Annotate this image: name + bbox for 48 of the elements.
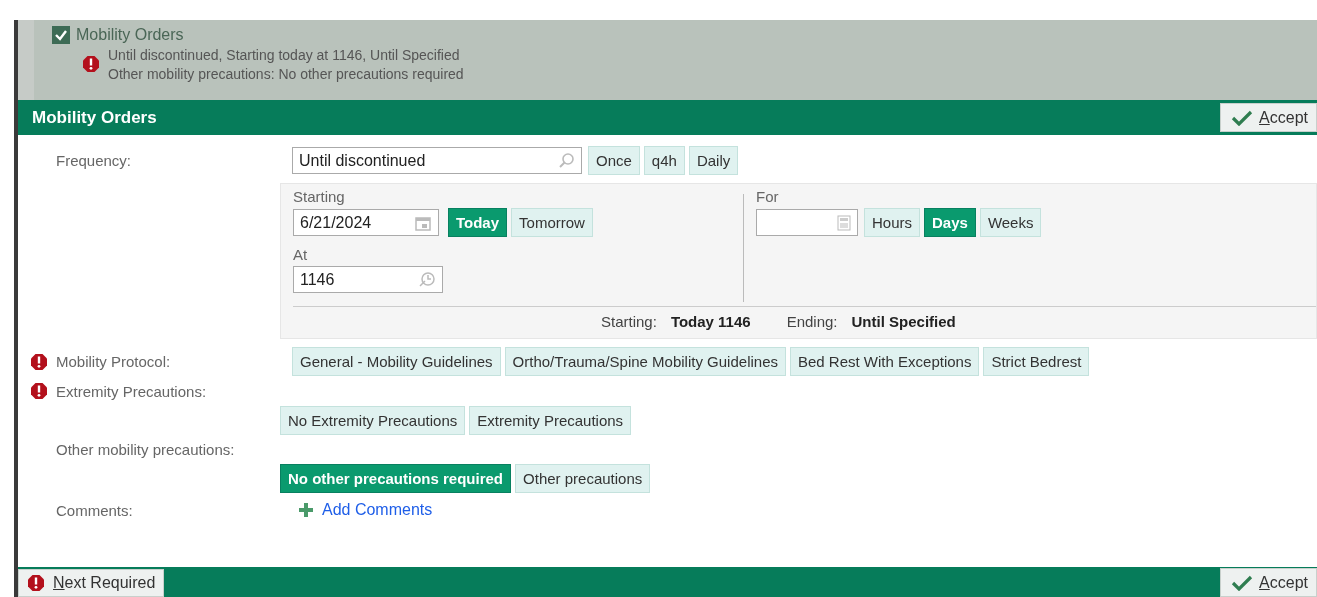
add-comments-link[interactable]: Add Comments [298, 501, 433, 519]
date-field[interactable]: 6/21/2024 [293, 209, 439, 236]
starting-label: Starting: [601, 313, 657, 330]
form-title: Mobility Orders [32, 107, 157, 128]
option-button[interactable]: Extremity Precautions [469, 406, 632, 435]
option-button[interactable]: Strict Bedrest [983, 347, 1090, 376]
alert-icon [27, 574, 45, 592]
ending-value: Until Specified [851, 313, 956, 330]
option-button[interactable]: Hours [864, 208, 920, 237]
option-button[interactable]: Weeks [979, 208, 1042, 237]
option-button[interactable]: Other precautions [515, 464, 651, 493]
option-button[interactable]: No Extremity Precautions [280, 406, 466, 435]
field-label: For [756, 188, 780, 205]
option-button[interactable]: Days [924, 208, 976, 237]
option-button[interactable]: General - Mobility Guidelines [292, 347, 501, 376]
option-button[interactable]: No other precautions required [280, 464, 512, 493]
field-label: Starting [293, 188, 346, 205]
checkbox[interactable] [52, 26, 70, 44]
field-label: Mobility Protocol: [56, 353, 171, 370]
checkmark-icon [1231, 574, 1254, 591]
option-button[interactable]: Today [448, 208, 508, 237]
accept-button[interactable]: Accept [1220, 103, 1317, 132]
option-button[interactable]: q4h [643, 146, 685, 175]
calculator-icon [837, 214, 851, 231]
frequency-field[interactable]: Until discontinued [292, 147, 582, 174]
search-icon [557, 151, 575, 170]
order-title: Mobility Orders [76, 26, 184, 44]
duration-field[interactable] [756, 209, 858, 236]
field-label: Extremity Precautions: [56, 382, 207, 400]
time-field[interactable]: 1146 [293, 266, 443, 293]
accept-button[interactable]: Accept [1220, 568, 1317, 597]
field-label: At [293, 246, 309, 263]
option-button[interactable]: Ortho/Trauma/Spine Mobility Guidelines [504, 347, 786, 376]
next-required-button[interactable]: Next Required [18, 569, 165, 597]
option-button[interactable]: Once [588, 146, 640, 175]
option-button[interactable]: Tomorrow [511, 208, 593, 237]
order-summary-text: Other mobility precautions: No other precautions required [108, 65, 464, 84]
field-label: Comments: [56, 501, 133, 519]
field-label: Frequency: [56, 152, 132, 169]
ending-label: Ending: [786, 313, 838, 330]
order-summary-text: Until discontinued, Starting today at 1146, Until Specified [108, 46, 461, 65]
starting-value: Today 1146 [670, 313, 751, 330]
field-label: Other mobility precautions: [56, 441, 235, 458]
option-button[interactable]: Bed Rest With Exceptions [790, 347, 980, 376]
checkmark-icon [1231, 109, 1254, 126]
plus-icon [298, 502, 314, 518]
option-button[interactable]: Daily [688, 146, 739, 175]
clock-icon [418, 270, 436, 289]
